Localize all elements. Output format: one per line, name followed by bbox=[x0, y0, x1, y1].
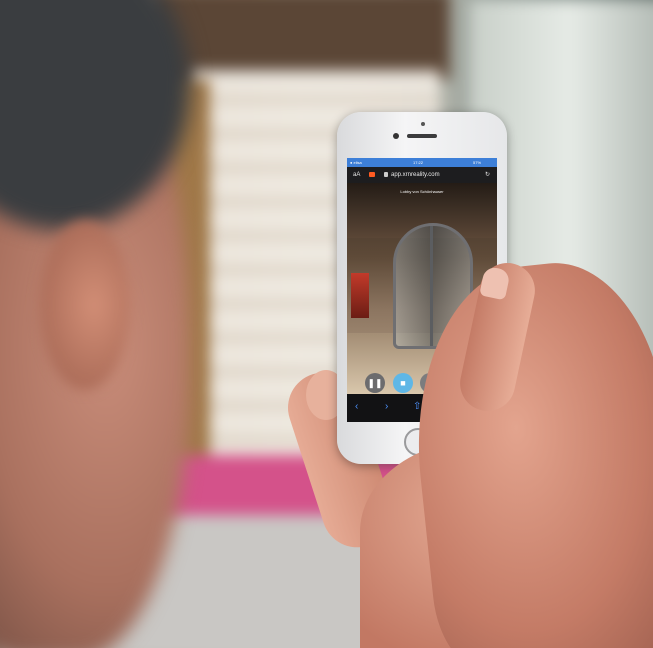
video-camera-icon: ■ bbox=[400, 378, 406, 388]
phone-speaker bbox=[407, 134, 437, 138]
forward-icon[interactable]: › bbox=[385, 401, 388, 412]
back-icon[interactable]: ‹ bbox=[355, 401, 358, 412]
lobby-red-wall bbox=[351, 273, 369, 318]
person-ear bbox=[40, 220, 130, 390]
video-caption: Lobby von Schönhauser bbox=[400, 189, 444, 194]
url-text[interactable]: app.xrnreality.com bbox=[391, 167, 440, 183]
status-bar: ● elisa 17:22 57% bbox=[347, 158, 497, 167]
pause-icon: ❚❚ bbox=[367, 377, 383, 388]
video-toggle-button[interactable]: ■ bbox=[393, 373, 413, 393]
clock: 17:22 bbox=[413, 160, 424, 165]
phone-sensor bbox=[421, 122, 425, 126]
reload-icon[interactable]: ↻ bbox=[485, 167, 490, 183]
text-size-button[interactable]: aA bbox=[353, 167, 360, 183]
background-ceiling bbox=[150, 0, 450, 80]
carrier-label: ● elisa bbox=[350, 160, 362, 165]
pause-button[interactable]: ❚❚ bbox=[365, 373, 385, 393]
battery-label: 57% bbox=[473, 160, 482, 165]
browser-url-bar[interactable]: aA app.xrnreality.com ↻ bbox=[347, 167, 497, 183]
recording-indicator-icon bbox=[369, 172, 375, 177]
lock-icon bbox=[384, 172, 388, 177]
front-camera bbox=[393, 133, 399, 139]
photo-scene: ● elisa 17:22 57% aA app.xrnreality.com … bbox=[0, 0, 653, 648]
